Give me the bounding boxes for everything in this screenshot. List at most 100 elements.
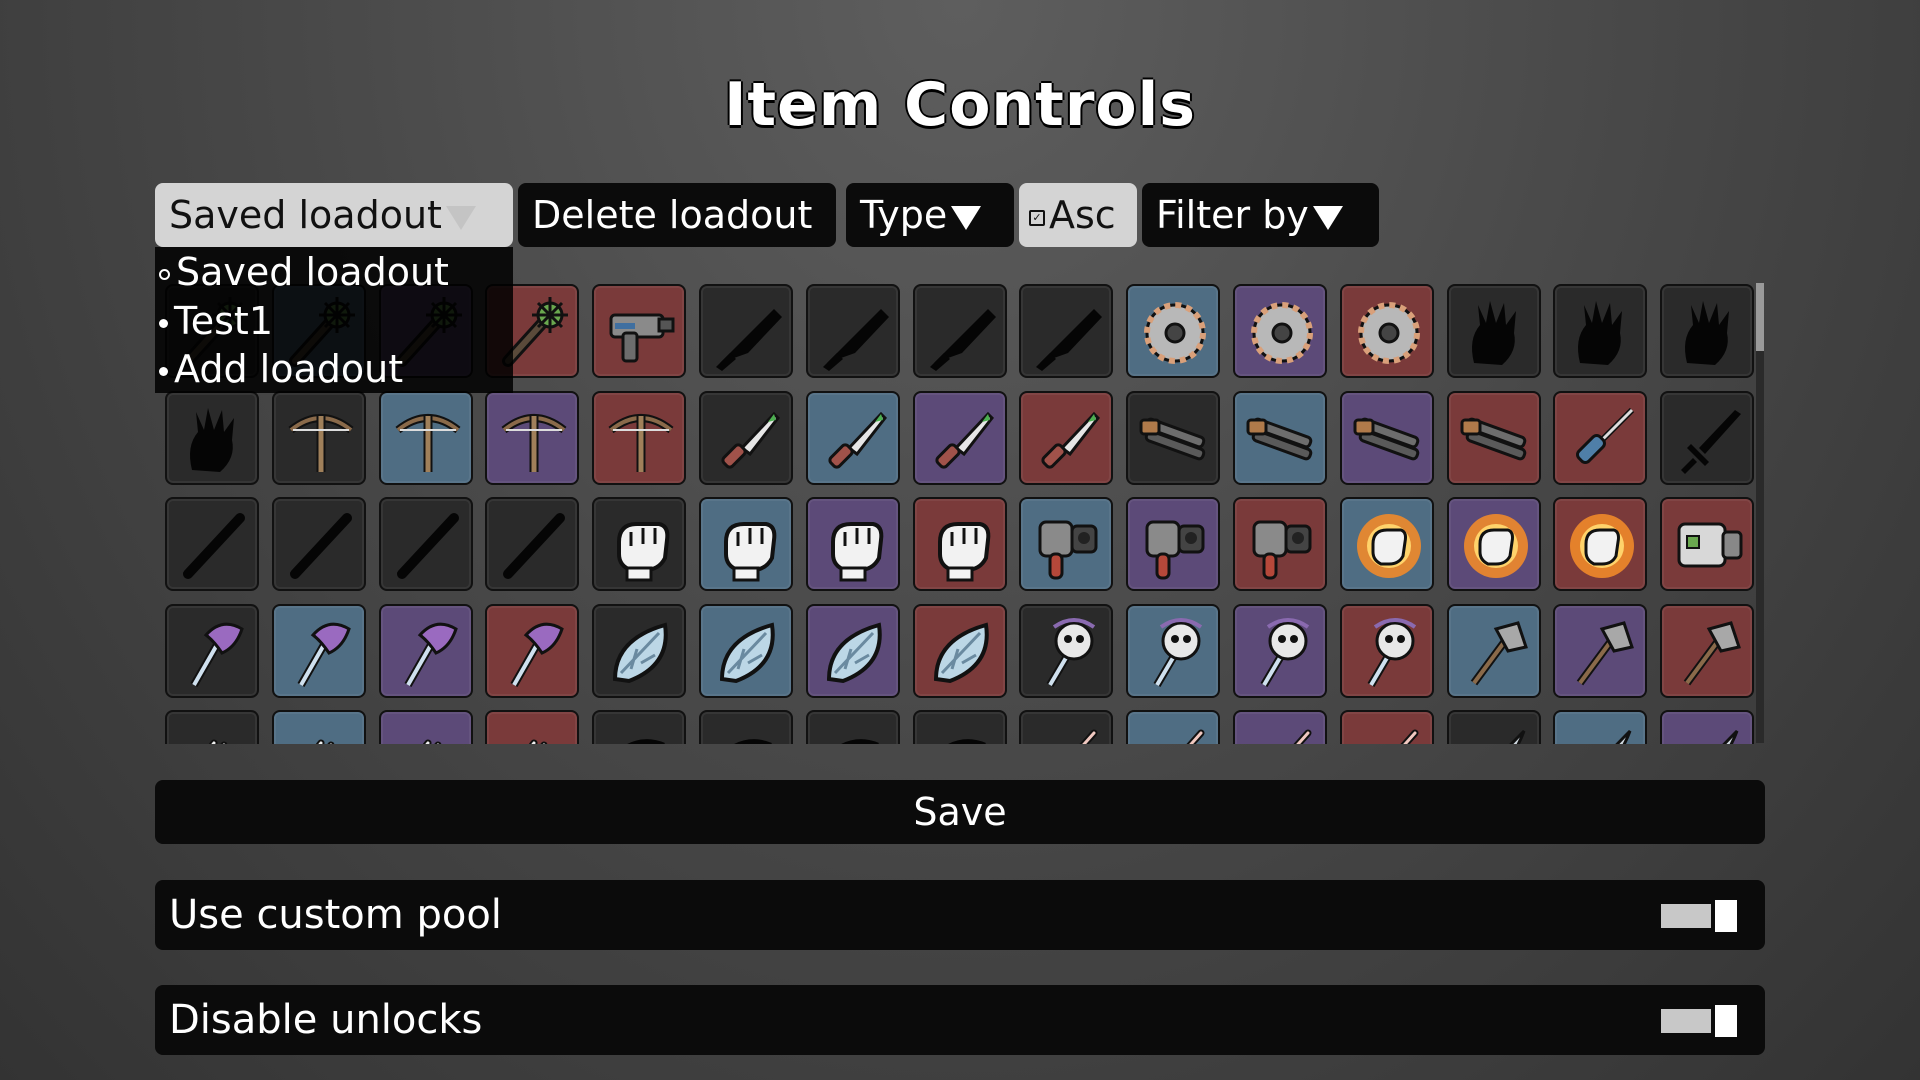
- blaster-icon: [1145, 520, 1205, 580]
- stick-silhouette-icon: [396, 513, 459, 579]
- item-slot[interactable]: [805, 603, 900, 698]
- dropdown-option-saved-loadout[interactable]: Saved loadout: [159, 249, 449, 295]
- item-slot[interactable]: [1233, 603, 1327, 698]
- item-slot[interactable]: [699, 603, 793, 698]
- custom-pool-toggle[interactable]: [1661, 900, 1739, 932]
- item-slot[interactable]: [1233, 284, 1327, 378]
- item-slot[interactable]: [805, 390, 900, 485]
- item-slot[interactable]: [1446, 710, 1541, 744]
- item-slot[interactable]: [1126, 390, 1221, 485]
- item-slot[interactable]: [485, 710, 580, 744]
- page-title: Item Controls: [724, 70, 1196, 140]
- item-slot[interactable]: [165, 497, 259, 591]
- filter-by-select[interactable]: Filter by: [1142, 183, 1379, 247]
- item-slot[interactable]: [1660, 497, 1755, 591]
- item-slot[interactable]: [1660, 390, 1755, 485]
- item-slot[interactable]: [805, 497, 900, 591]
- loadout-select[interactable]: Saved loadout: [155, 183, 513, 247]
- item-slot[interactable]: [1019, 603, 1114, 698]
- item-slot[interactable]: [1660, 603, 1755, 698]
- ascending-toggle[interactable]: ✓ Asc: [1019, 183, 1137, 247]
- item-slot[interactable]: [1019, 390, 1114, 485]
- item-slot[interactable]: [271, 710, 366, 744]
- item-slot[interactable]: [165, 390, 259, 485]
- item-slot[interactable]: [485, 603, 580, 698]
- item-slot[interactable]: [1553, 284, 1648, 378]
- item-slot[interactable]: [271, 497, 366, 591]
- crystal-leaf-icon: [826, 621, 882, 683]
- item-slot[interactable]: [1233, 710, 1327, 744]
- save-button[interactable]: Save: [155, 780, 1765, 844]
- item-slot[interactable]: [1553, 603, 1648, 698]
- item-slot[interactable]: [912, 390, 1007, 485]
- item-slot[interactable]: [1019, 284, 1114, 378]
- item-slot[interactable]: [485, 497, 580, 591]
- item-slot[interactable]: [699, 497, 793, 591]
- custom-pool-row: Use custom pool: [155, 880, 1765, 950]
- item-slot[interactable]: [378, 603, 473, 698]
- item-slot[interactable]: [1126, 497, 1221, 591]
- screwdriver-icon: [1576, 407, 1635, 464]
- item-slot[interactable]: [1446, 497, 1541, 591]
- disable-unlocks-toggle[interactable]: [1661, 1005, 1739, 1037]
- item-slot[interactable]: [1446, 284, 1541, 378]
- stick-silhouette-icon: [503, 513, 566, 579]
- item-slot[interactable]: [1446, 603, 1541, 698]
- item-slot[interactable]: [1233, 390, 1327, 485]
- item-slot[interactable]: [592, 497, 687, 591]
- dropdown-option-add-loadout[interactable]: Add loadout: [159, 346, 403, 392]
- item-slot[interactable]: [1339, 284, 1434, 378]
- item-slot[interactable]: [1553, 390, 1648, 485]
- item-slot[interactable]: [1019, 497, 1114, 591]
- item-slot[interactable]: [592, 390, 687, 485]
- item-slot[interactable]: [1339, 710, 1434, 744]
- item-slot[interactable]: [1446, 390, 1541, 485]
- sort-type-label: Type: [860, 193, 948, 237]
- item-slot[interactable]: [1126, 710, 1221, 744]
- item-slot[interactable]: [699, 710, 793, 744]
- scrollbar-thumb[interactable]: [1756, 283, 1764, 351]
- item-slot[interactable]: [1019, 710, 1114, 744]
- needle-icon: [1293, 729, 1312, 744]
- item-slot[interactable]: [485, 390, 580, 485]
- item-slot[interactable]: [912, 710, 1007, 744]
- item-slot[interactable]: [1660, 710, 1755, 744]
- item-slot[interactable]: [165, 710, 259, 744]
- item-slot[interactable]: [912, 603, 1007, 698]
- double-barrel-icon: [1353, 417, 1420, 460]
- cleaver-silhouette-icon: [822, 309, 889, 371]
- item-slot[interactable]: [1553, 710, 1648, 744]
- item-slot[interactable]: [271, 603, 366, 698]
- item-slot[interactable]: [378, 497, 473, 591]
- item-slot[interactable]: [165, 603, 259, 698]
- delete-loadout-button[interactable]: Delete loadout: [518, 183, 836, 247]
- item-grid-scrollbar[interactable]: [1756, 283, 1764, 743]
- item-slot[interactable]: [1126, 284, 1221, 378]
- item-slot[interactable]: [912, 284, 1007, 378]
- item-slot[interactable]: [378, 390, 473, 485]
- item-slot[interactable]: [1126, 603, 1221, 698]
- item-slot[interactable]: [1553, 497, 1648, 591]
- sort-type-select[interactable]: Type: [846, 183, 1014, 247]
- item-slot[interactable]: [805, 710, 900, 744]
- item-slot[interactable]: [699, 390, 793, 485]
- pickaxe-silhouette-icon: [947, 739, 986, 744]
- skull-staff-icon: [1046, 617, 1096, 687]
- item-slot[interactable]: [592, 284, 687, 378]
- item-slot[interactable]: [912, 497, 1007, 591]
- item-slot[interactable]: [271, 390, 366, 485]
- dropdown-option-test1[interactable]: Test1: [159, 298, 273, 344]
- item-slot[interactable]: [378, 710, 473, 744]
- purple-axe-icon: [404, 622, 458, 687]
- hatchet-icon: [1577, 620, 1635, 685]
- item-slot[interactable]: [592, 710, 687, 744]
- item-slot[interactable]: [1339, 603, 1434, 698]
- item-slot[interactable]: [1233, 497, 1327, 591]
- item-slot[interactable]: [805, 284, 900, 378]
- item-slot[interactable]: [592, 603, 687, 698]
- fist-icon: [830, 522, 884, 582]
- item-slot[interactable]: [1660, 284, 1755, 378]
- item-slot[interactable]: [1339, 497, 1434, 591]
- item-slot[interactable]: [1339, 390, 1434, 485]
- item-slot[interactable]: [699, 284, 793, 378]
